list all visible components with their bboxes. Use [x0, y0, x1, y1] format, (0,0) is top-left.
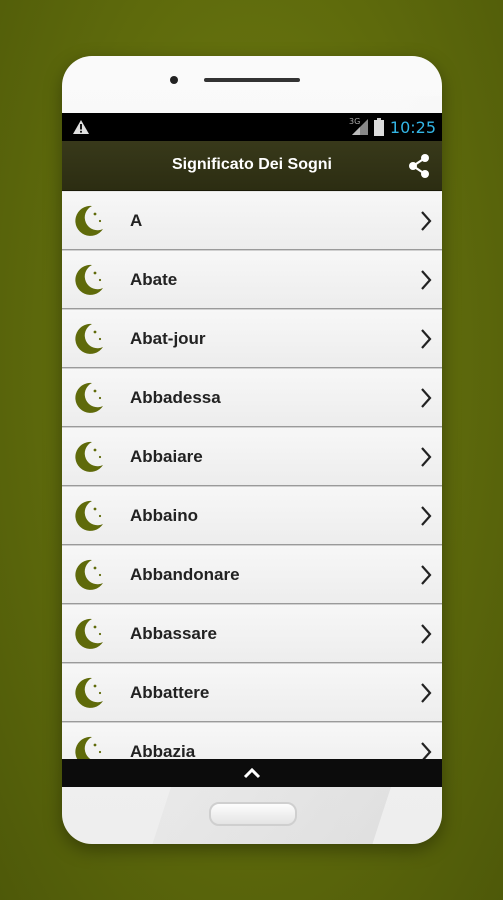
- status-time: 10:25: [389, 118, 436, 137]
- list-item[interactable]: Abbassare: [62, 605, 442, 663]
- list-item[interactable]: Abate: [62, 251, 442, 309]
- list-item[interactable]: Abbaino: [62, 487, 442, 545]
- chevron-up-icon[interactable]: [242, 767, 262, 779]
- dream-list: A Abate Abat-jour Abbadessa Abbaiare Abbaino A…: [62, 192, 442, 781]
- app-screen: 3G 10:25 Significato Dei Sogni A Abate Aba…: [62, 113, 442, 787]
- page-title: Significato Dei Sogni: [171, 156, 332, 173]
- crescent-moon-icon: [75, 500, 103, 531]
- list-item[interactable]: Abat-jour: [62, 310, 442, 368]
- front-camera: [170, 76, 178, 84]
- list-item[interactable]: A: [62, 192, 442, 250]
- status-bar: 3G 10:25: [62, 113, 442, 141]
- warning-icon: [73, 120, 89, 134]
- chevron-right-icon: [421, 447, 432, 467]
- home-button[interactable]: [209, 802, 297, 826]
- list-item-label: Abbattere: [130, 683, 210, 702]
- crescent-moon-icon: [75, 559, 103, 590]
- chevron-right-icon: [421, 329, 432, 349]
- chevron-right-icon: [421, 270, 432, 290]
- list-item-label: Abbandonare: [130, 565, 240, 584]
- list-item-label: Abate: [130, 270, 178, 289]
- crescent-moon-icon: [75, 205, 103, 236]
- list-item-label: Abbaiare: [130, 447, 203, 466]
- crescent-moon-icon: [75, 264, 103, 295]
- crescent-moon-icon: [75, 441, 103, 472]
- chevron-right-icon: [421, 506, 432, 526]
- list-item-label: Abbadessa: [130, 388, 221, 407]
- list-item[interactable]: Abbattere: [62, 664, 442, 722]
- chevron-right-icon: [421, 565, 432, 585]
- list-item-label: A: [130, 211, 143, 230]
- crescent-moon-icon: [75, 618, 103, 649]
- app-toolbar: Significato Dei Sogni: [62, 141, 442, 191]
- chevron-right-icon: [421, 624, 432, 644]
- crescent-moon-icon: [75, 677, 103, 708]
- list-item[interactable]: Abbaiare: [62, 428, 442, 486]
- list-item-label: Abat-jour: [130, 329, 206, 348]
- chevron-right-icon: [421, 683, 432, 703]
- chevron-right-icon: [421, 388, 432, 408]
- earpiece-speaker: [204, 78, 300, 82]
- list-item[interactable]: Abbandonare: [62, 546, 442, 604]
- crescent-moon-icon: [75, 323, 103, 354]
- battery-icon: [374, 118, 384, 136]
- bottom-bar: [62, 759, 442, 787]
- list-item-label: Abbassare: [130, 624, 217, 643]
- signal-icon: [352, 119, 368, 135]
- share-icon[interactable]: [406, 153, 432, 179]
- list-item[interactable]: Abbadessa: [62, 369, 442, 427]
- phone-frame: 3G 10:25 Significato Dei Sogni A Abate Aba…: [62, 56, 442, 844]
- list-item-label: Abbaino: [130, 506, 198, 525]
- chevron-right-icon: [421, 211, 432, 231]
- crescent-moon-icon: [75, 382, 103, 413]
